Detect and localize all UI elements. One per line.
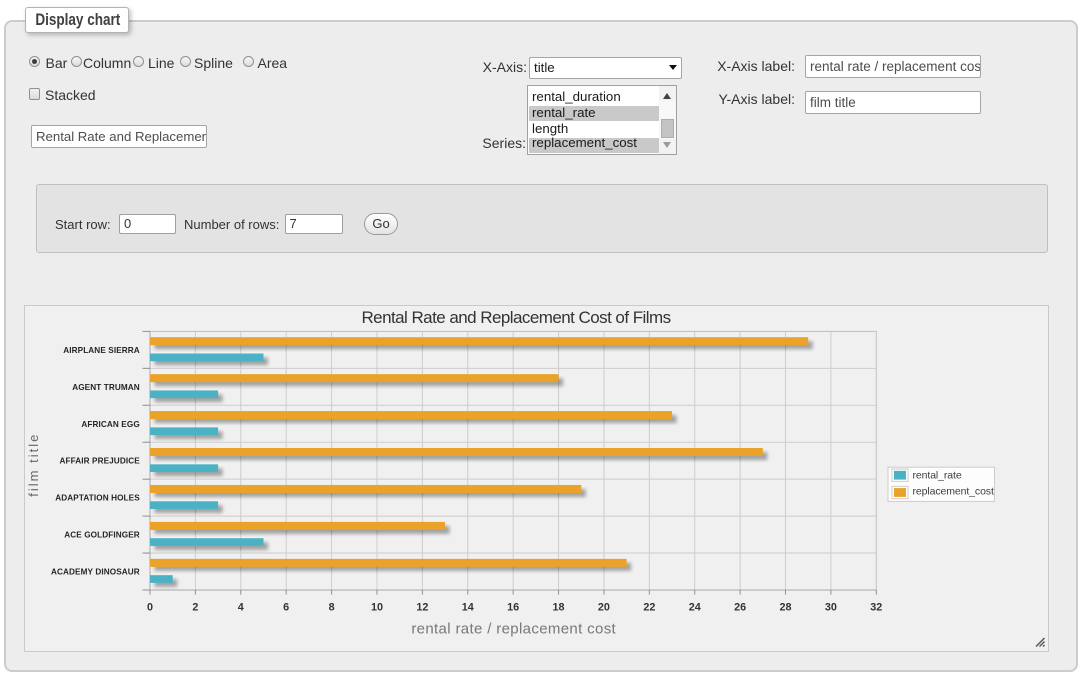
svg-text:24: 24 [689, 602, 701, 614]
svg-text:22: 22 [643, 602, 655, 614]
svg-text:0: 0 [147, 602, 153, 614]
svg-text:AIRPLANE SIERRA: AIRPLANE SIERRA [63, 346, 140, 355]
svg-text:20: 20 [598, 602, 610, 614]
svg-text:AFRICAN EGG: AFRICAN EGG [81, 420, 139, 429]
svg-text:6: 6 [283, 602, 289, 614]
svg-text:rental_rate: rental_rate [913, 469, 962, 481]
svg-text:12: 12 [416, 602, 428, 614]
svg-text:14: 14 [462, 602, 474, 614]
svg-text:8: 8 [329, 602, 335, 614]
svg-text:Rental Rate and Replacement Co: Rental Rate and Replacement Cost of Film… [361, 308, 670, 327]
svg-text:32: 32 [870, 602, 882, 614]
svg-text:film title: film title [26, 433, 41, 497]
svg-text:AGENT TRUMAN: AGENT TRUMAN [72, 383, 140, 392]
svg-text:30: 30 [825, 602, 837, 614]
svg-text:26: 26 [734, 602, 746, 614]
svg-text:replacement_cost: replacement_cost [913, 486, 994, 498]
svg-text:18: 18 [553, 602, 565, 614]
svg-text:28: 28 [780, 602, 792, 614]
svg-text:ADAPTATION HOLES: ADAPTATION HOLES [55, 494, 140, 503]
svg-text:AFFAIR PREJUDICE: AFFAIR PREJUDICE [59, 457, 140, 466]
svg-text:10: 10 [371, 602, 383, 614]
svg-text:ACADEMY DINOSAUR: ACADEMY DINOSAUR [51, 568, 140, 577]
svg-text:4: 4 [238, 602, 244, 614]
svg-text:rental rate / replacement cost: rental rate / replacement cost [411, 621, 616, 638]
svg-text:ACE GOLDFINGER: ACE GOLDFINGER [64, 531, 140, 540]
svg-text:2: 2 [192, 602, 198, 614]
svg-text:16: 16 [507, 602, 519, 614]
